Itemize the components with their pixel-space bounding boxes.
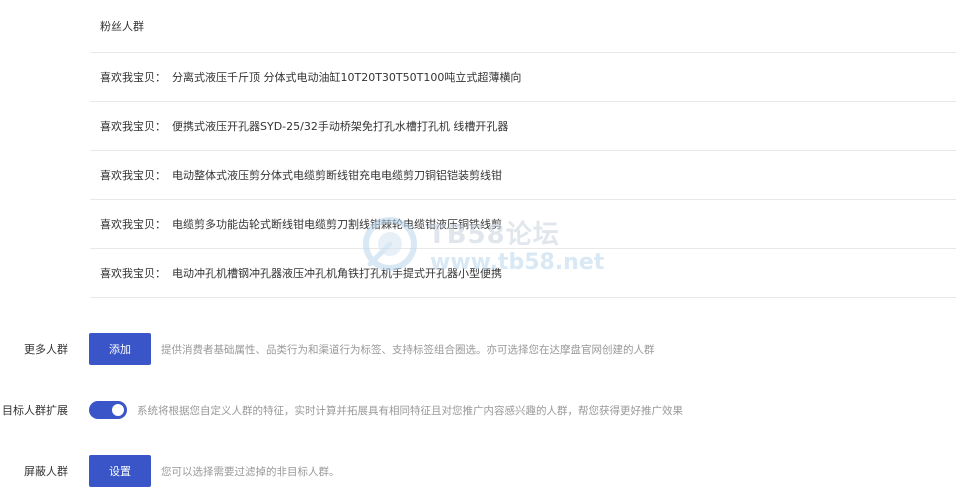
target-expand-label: 目标人群扩展 [2, 404, 68, 417]
block-crowds-hint: 您可以选择需要过滤掉的非目标人群。 [161, 465, 340, 478]
crowd-list: 粉丝人群 喜欢我宝贝： 分离式液压千斤顶 分体式电动油缸10T20T30T50T… [90, 0, 956, 298]
target-expand-toggle[interactable] [89, 401, 127, 419]
list-item-prefix: 喜欢我宝贝： [100, 71, 166, 84]
crowd-list-header-label: 粉丝人群 [100, 20, 144, 33]
add-crowd-button[interactable]: 添加 [89, 333, 151, 365]
list-item-prefix: 喜欢我宝贝： [100, 267, 166, 280]
list-item-title: 电缆剪多功能齿轮式断线钳电缆剪刀割线钳棘轮电缆钳液压铜铁线剪 [172, 218, 502, 231]
set-block-crowds-button[interactable]: 设置 [89, 455, 151, 487]
more-crowds-row: 更多人群 添加 提供消费者基础属性、品类行为和渠道行为标签、支持标签组合圈选。亦… [0, 333, 956, 365]
list-item-prefix: 喜欢我宝贝： [100, 169, 166, 182]
list-item[interactable]: 喜欢我宝贝： 便携式液压开孔器SYD-25/32手动桥架免打孔水槽打孔机 线槽开… [90, 102, 956, 151]
list-item[interactable]: 喜欢我宝贝： 电动整体式液压剪分体式电缆剪断线钳充电电缆剪刀铜铝铠装剪线钳 [90, 151, 956, 200]
list-item[interactable]: 喜欢我宝贝： 电缆剪多功能齿轮式断线钳电缆剪刀割线钳棘轮电缆钳液压铜铁线剪 [90, 200, 956, 249]
more-crowds-hint: 提供消费者基础属性、品类行为和渠道行为标签、支持标签组合圈选。亦可选择您在达摩盘… [161, 343, 655, 356]
list-item-title: 电动冲孔机槽钢冲孔器液压冲孔机角铁打孔机手提式开孔器小型便携 [172, 267, 502, 280]
list-item-prefix: 喜欢我宝贝： [100, 218, 166, 231]
crowd-settings-page: 粉丝人群 喜欢我宝贝： 分离式液压千斤顶 分体式电动油缸10T20T30T50T… [0, 0, 956, 498]
list-item-prefix: 喜欢我宝贝： [100, 120, 166, 133]
block-crowds-row: 屏蔽人群 设置 您可以选择需要过滤掉的非目标人群。 [0, 455, 956, 487]
block-crowds-label: 屏蔽人群 [24, 465, 68, 478]
more-crowds-label: 更多人群 [24, 343, 68, 356]
list-item[interactable]: 喜欢我宝贝： 分离式液压千斤顶 分体式电动油缸10T20T30T50T100吨立… [90, 53, 956, 102]
target-expand-row: 目标人群扩展 系统将根据您自定义人群的特征，实时计算并拓展具有相同特征且对您推广… [0, 394, 956, 426]
list-item-title: 便携式液压开孔器SYD-25/32手动桥架免打孔水槽打孔机 线槽开孔器 [172, 120, 509, 133]
list-item-title: 分离式液压千斤顶 分体式电动油缸10T20T30T50T100吨立式超薄横向 [172, 71, 522, 84]
list-item[interactable]: 喜欢我宝贝： 电动冲孔机槽钢冲孔器液压冲孔机角铁打孔机手提式开孔器小型便携 [90, 249, 956, 298]
list-item-title: 电动整体式液压剪分体式电缆剪断线钳充电电缆剪刀铜铝铠装剪线钳 [172, 169, 502, 182]
crowd-list-header: 粉丝人群 [90, 0, 956, 53]
target-expand-hint: 系统将根据您自定义人群的特征，实时计算并拓展具有相同特征且对您推广内容感兴趣的人… [137, 404, 683, 417]
toggle-knob [112, 404, 124, 416]
